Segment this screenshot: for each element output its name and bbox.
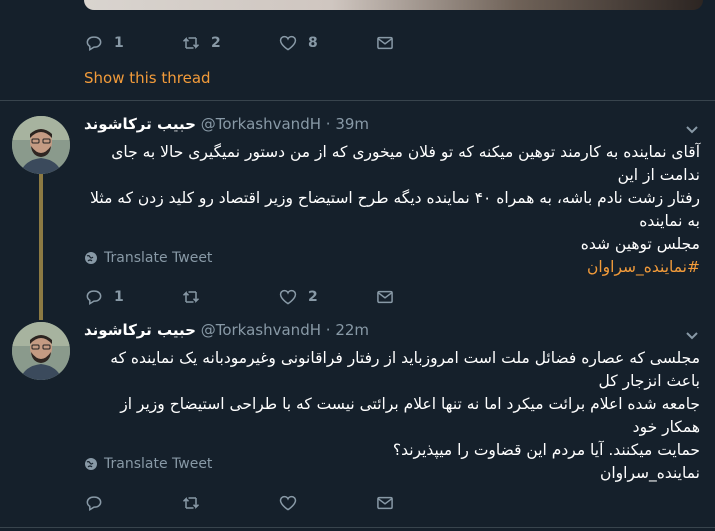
share-button[interactable]: [375, 491, 472, 515]
translate-label: Translate Tweet: [104, 250, 213, 266]
avatar-image: [12, 116, 70, 174]
retweet-icon: [182, 37, 200, 49]
tweet-menu-button[interactable]: [685, 327, 699, 341]
retweet-button[interactable]: [181, 491, 278, 515]
like-button[interactable]: 8: [278, 31, 375, 55]
tweet-text-line: مجلسی که عصاره فضائل ملت است امروزباید ا…: [110, 349, 700, 390]
like-icon: [279, 35, 297, 51]
like-icon: [279, 495, 297, 511]
tweet-actions: [84, 491, 472, 515]
tweet-text-line: جامعه شده اعلام برائت میکرد اما نه تنها …: [120, 395, 700, 436]
globe-icon: [85, 458, 97, 470]
divider: [0, 100, 715, 101]
translate-label: Translate Tweet: [104, 456, 213, 472]
share-icon: [377, 290, 393, 304]
caret-down-icon: [686, 126, 698, 134]
like-count: 2: [308, 289, 318, 305]
globe-icon: [85, 252, 97, 264]
tweet-media-image[interactable]: [84, 0, 703, 10]
show-thread-link[interactable]: Show this thread: [84, 69, 211, 87]
tweet-header: حبیب ترکاشوند @TorkashvandH · 39m: [84, 115, 369, 133]
like-count: 8: [308, 35, 318, 51]
retweet-icon: [182, 497, 200, 509]
tweet-menu-button[interactable]: [685, 121, 699, 135]
reply-button[interactable]: [84, 491, 181, 515]
handle[interactable]: @TorkashvandH: [201, 321, 321, 339]
like-button[interactable]: 2: [278, 285, 375, 309]
retweet-button[interactable]: 2: [181, 31, 278, 55]
share-icon: [377, 36, 393, 50]
share-button[interactable]: [375, 285, 472, 309]
tweet-actions: 1 2 8: [84, 31, 472, 55]
reply-button[interactable]: 1: [84, 31, 181, 55]
tweet-header: حبیب ترکاشوند @TorkashvandH · 22m: [84, 321, 369, 339]
reply-icon: [86, 36, 102, 51]
timestamp[interactable]: · 39m: [326, 115, 369, 133]
retweet-icon: [182, 291, 200, 303]
like-icon: [279, 289, 297, 305]
avatar-image: [12, 322, 70, 380]
caret-down-icon: [686, 332, 698, 340]
thread-connector-line: [39, 174, 43, 320]
divider: [0, 527, 715, 528]
reply-count: 1: [114, 35, 124, 51]
tweet-text-line: آقای نماینده به کارمند توهین میکنه که تو…: [111, 143, 700, 184]
reply-button[interactable]: 1: [84, 285, 181, 309]
share-button[interactable]: [375, 31, 472, 55]
retweet-count: 2: [211, 35, 221, 51]
translate-tweet-link[interactable]: Translate Tweet: [84, 456, 212, 472]
display-name[interactable]: حبیب ترکاشوند: [84, 321, 196, 339]
reply-icon: [86, 496, 102, 511]
display-name[interactable]: حبیب ترکاشوند: [84, 115, 196, 133]
timestamp[interactable]: · 22m: [326, 321, 369, 339]
avatar[interactable]: [12, 322, 70, 380]
translate-tweet-link[interactable]: Translate Tweet: [84, 250, 212, 266]
reply-count: 1: [114, 289, 124, 305]
reply-icon: [86, 290, 102, 305]
avatar[interactable]: [12, 116, 70, 174]
like-button[interactable]: [278, 491, 375, 515]
handle[interactable]: @TorkashvandH: [201, 115, 321, 133]
tweet-text-line: رفتار زشت نادم باشه، به همراه ۴۰ نماینده…: [90, 189, 700, 230]
retweet-button[interactable]: [181, 285, 278, 309]
share-icon: [377, 496, 393, 510]
tweet-actions: 1 2: [84, 285, 472, 309]
